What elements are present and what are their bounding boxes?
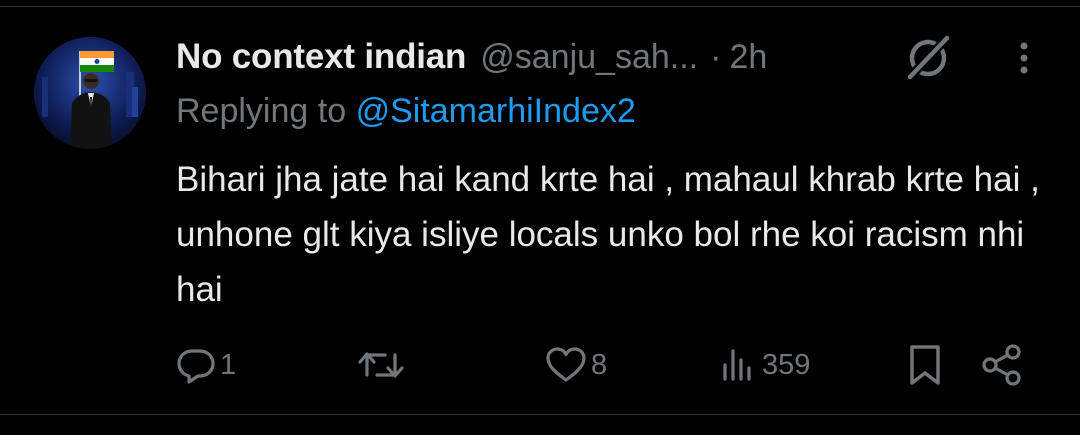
views-button[interactable]: 359: [720, 340, 810, 390]
bottom-divider: [0, 414, 1080, 415]
views-count: 359: [762, 348, 811, 381]
share-button[interactable]: [980, 340, 1024, 390]
display-name[interactable]: No context indian: [176, 37, 466, 77]
replying-to-mention[interactable]: @SitamarhiIndex2: [356, 92, 636, 130]
reply-icon: [177, 349, 215, 384]
like-count: 8: [591, 348, 608, 381]
user-handle[interactable]: @sanju_sah...: [480, 38, 698, 77]
timestamp[interactable]: 2h: [729, 38, 767, 77]
top-divider: [0, 6, 1080, 7]
views-icon: [723, 349, 751, 381]
replying-to: Replying to @SitamarhiIndex2: [176, 92, 636, 131]
avatar-image: [34, 37, 146, 149]
reply-button[interactable]: 1: [176, 340, 236, 390]
grok-icon[interactable]: [902, 30, 956, 84]
retweet-button[interactable]: [357, 340, 409, 390]
like-button[interactable]: 8: [545, 340, 607, 390]
replying-prefix: Replying to: [176, 92, 347, 130]
bookmark-icon: [910, 345, 940, 385]
separator-dot: ·: [710, 37, 722, 76]
bookmark-button[interactable]: [905, 340, 945, 390]
share-icon: [982, 344, 1021, 386]
tweet-text: Bihari jha jate hai kand krte hai , maha…: [176, 160, 1040, 309]
like-icon: [546, 347, 586, 382]
reply-count: 1: [220, 348, 237, 381]
more-options-icon[interactable]: [1006, 38, 1042, 80]
avatar[interactable]: [34, 37, 146, 149]
tweet-header: No context indian @sanju_sah... · 2h: [176, 30, 767, 84]
retweet-icon: [358, 352, 404, 378]
